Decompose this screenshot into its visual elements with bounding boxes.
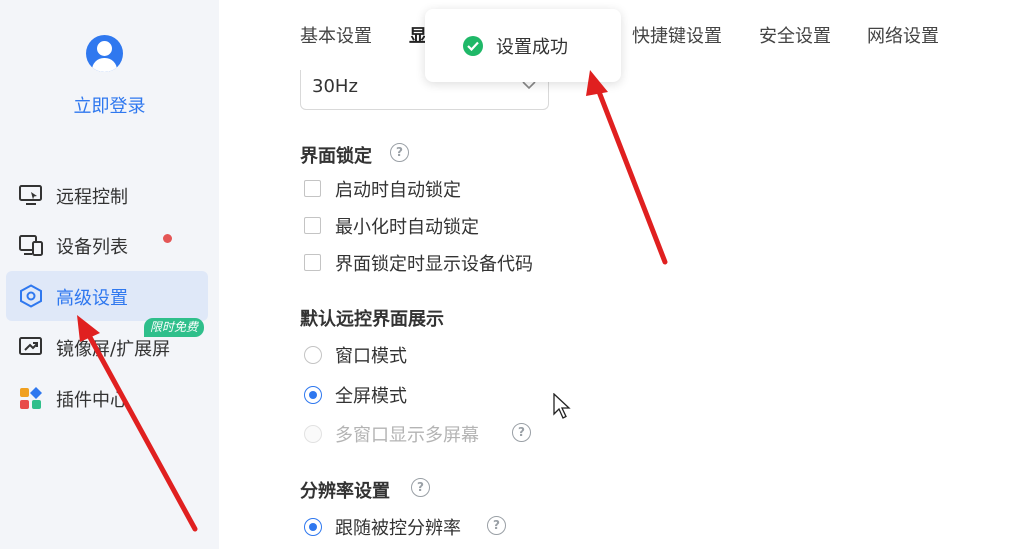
checkbox-box[interactable] bbox=[304, 254, 321, 271]
tab-network[interactable]: 网络设置 bbox=[867, 22, 939, 48]
plugin-grid-icon bbox=[20, 387, 42, 409]
login-link[interactable]: 立即登录 bbox=[0, 92, 219, 118]
display-section-title: 默认远控界面展示 bbox=[300, 309, 444, 330]
lock-section-title: 界面锁定 bbox=[300, 146, 372, 167]
help-icon[interactable]: ? bbox=[487, 516, 506, 535]
radio-button[interactable] bbox=[304, 346, 322, 364]
option-label: 最小化时自动锁定 bbox=[335, 217, 479, 238]
help-icon[interactable]: ? bbox=[512, 423, 531, 442]
hexagon-settings-icon bbox=[20, 284, 42, 308]
mirror-screen-icon bbox=[19, 337, 42, 355]
annotation-arrow-icon bbox=[593, 81, 668, 265]
sidebar: 立即登录 远程控制 设备列表 高级设置 镜像屏/扩展屏 限时免费 插件中心 bbox=[0, 0, 219, 549]
app-window: 立即登录 远程控制 设备列表 高级设置 镜像屏/扩展屏 限时免费 插件中心 基本… bbox=[0, 0, 1020, 549]
sidebar-item-plugin-center[interactable]: 插件中心 bbox=[6, 373, 208, 423]
sidebar-item-label: 设备列表 bbox=[56, 237, 128, 258]
help-icon[interactable]: ? bbox=[411, 478, 430, 497]
radio-button[interactable] bbox=[304, 518, 322, 536]
sidebar-item-label: 插件中心 bbox=[56, 390, 128, 411]
option-label: 窗口模式 bbox=[335, 346, 407, 367]
radio-button[interactable] bbox=[304, 386, 322, 404]
option-label: 全屏模式 bbox=[335, 386, 407, 407]
success-toast: 设置成功 bbox=[425, 9, 621, 82]
option-label: 界面锁定时显示设备代码 bbox=[335, 254, 533, 275]
notification-dot bbox=[163, 234, 172, 243]
select-value: 30Hz bbox=[312, 76, 358, 97]
sidebar-item-label: 镜像屏/扩展屏 bbox=[56, 339, 171, 360]
sidebar-item-advanced-settings[interactable]: 高级设置 bbox=[6, 271, 208, 321]
sidebar-item-device-list[interactable]: 设备列表 bbox=[6, 220, 208, 270]
resolution-section-title: 分辨率设置 bbox=[300, 481, 390, 502]
tab-basic[interactable]: 基本设置 bbox=[300, 22, 372, 48]
option-label: 多窗口显示多屏幕 bbox=[335, 425, 479, 446]
checkbox-box[interactable] bbox=[304, 180, 321, 197]
toast-message: 设置成功 bbox=[496, 37, 568, 58]
sidebar-item-label: 高级设置 bbox=[56, 288, 128, 309]
devices-icon bbox=[19, 235, 43, 256]
option-label: 跟随被控分辨率 bbox=[335, 518, 461, 539]
tab-security[interactable]: 安全设置 bbox=[759, 22, 831, 48]
option-label: 启动时自动锁定 bbox=[335, 180, 461, 201]
radio-button bbox=[304, 425, 322, 443]
checkbox-box[interactable] bbox=[304, 217, 321, 234]
remote-desktop-icon bbox=[19, 185, 42, 205]
sidebar-item-label: 远程控制 bbox=[56, 187, 128, 208]
sidebar-item-remote-control[interactable]: 远程控制 bbox=[6, 170, 208, 220]
help-icon[interactable]: ? bbox=[390, 143, 409, 162]
tab-shortcuts[interactable]: 快捷键设置 bbox=[632, 22, 722, 48]
free-promo-badge: 限时免费 bbox=[144, 318, 205, 337]
mouse-cursor-icon bbox=[553, 393, 571, 419]
check-circle-icon bbox=[463, 36, 483, 56]
